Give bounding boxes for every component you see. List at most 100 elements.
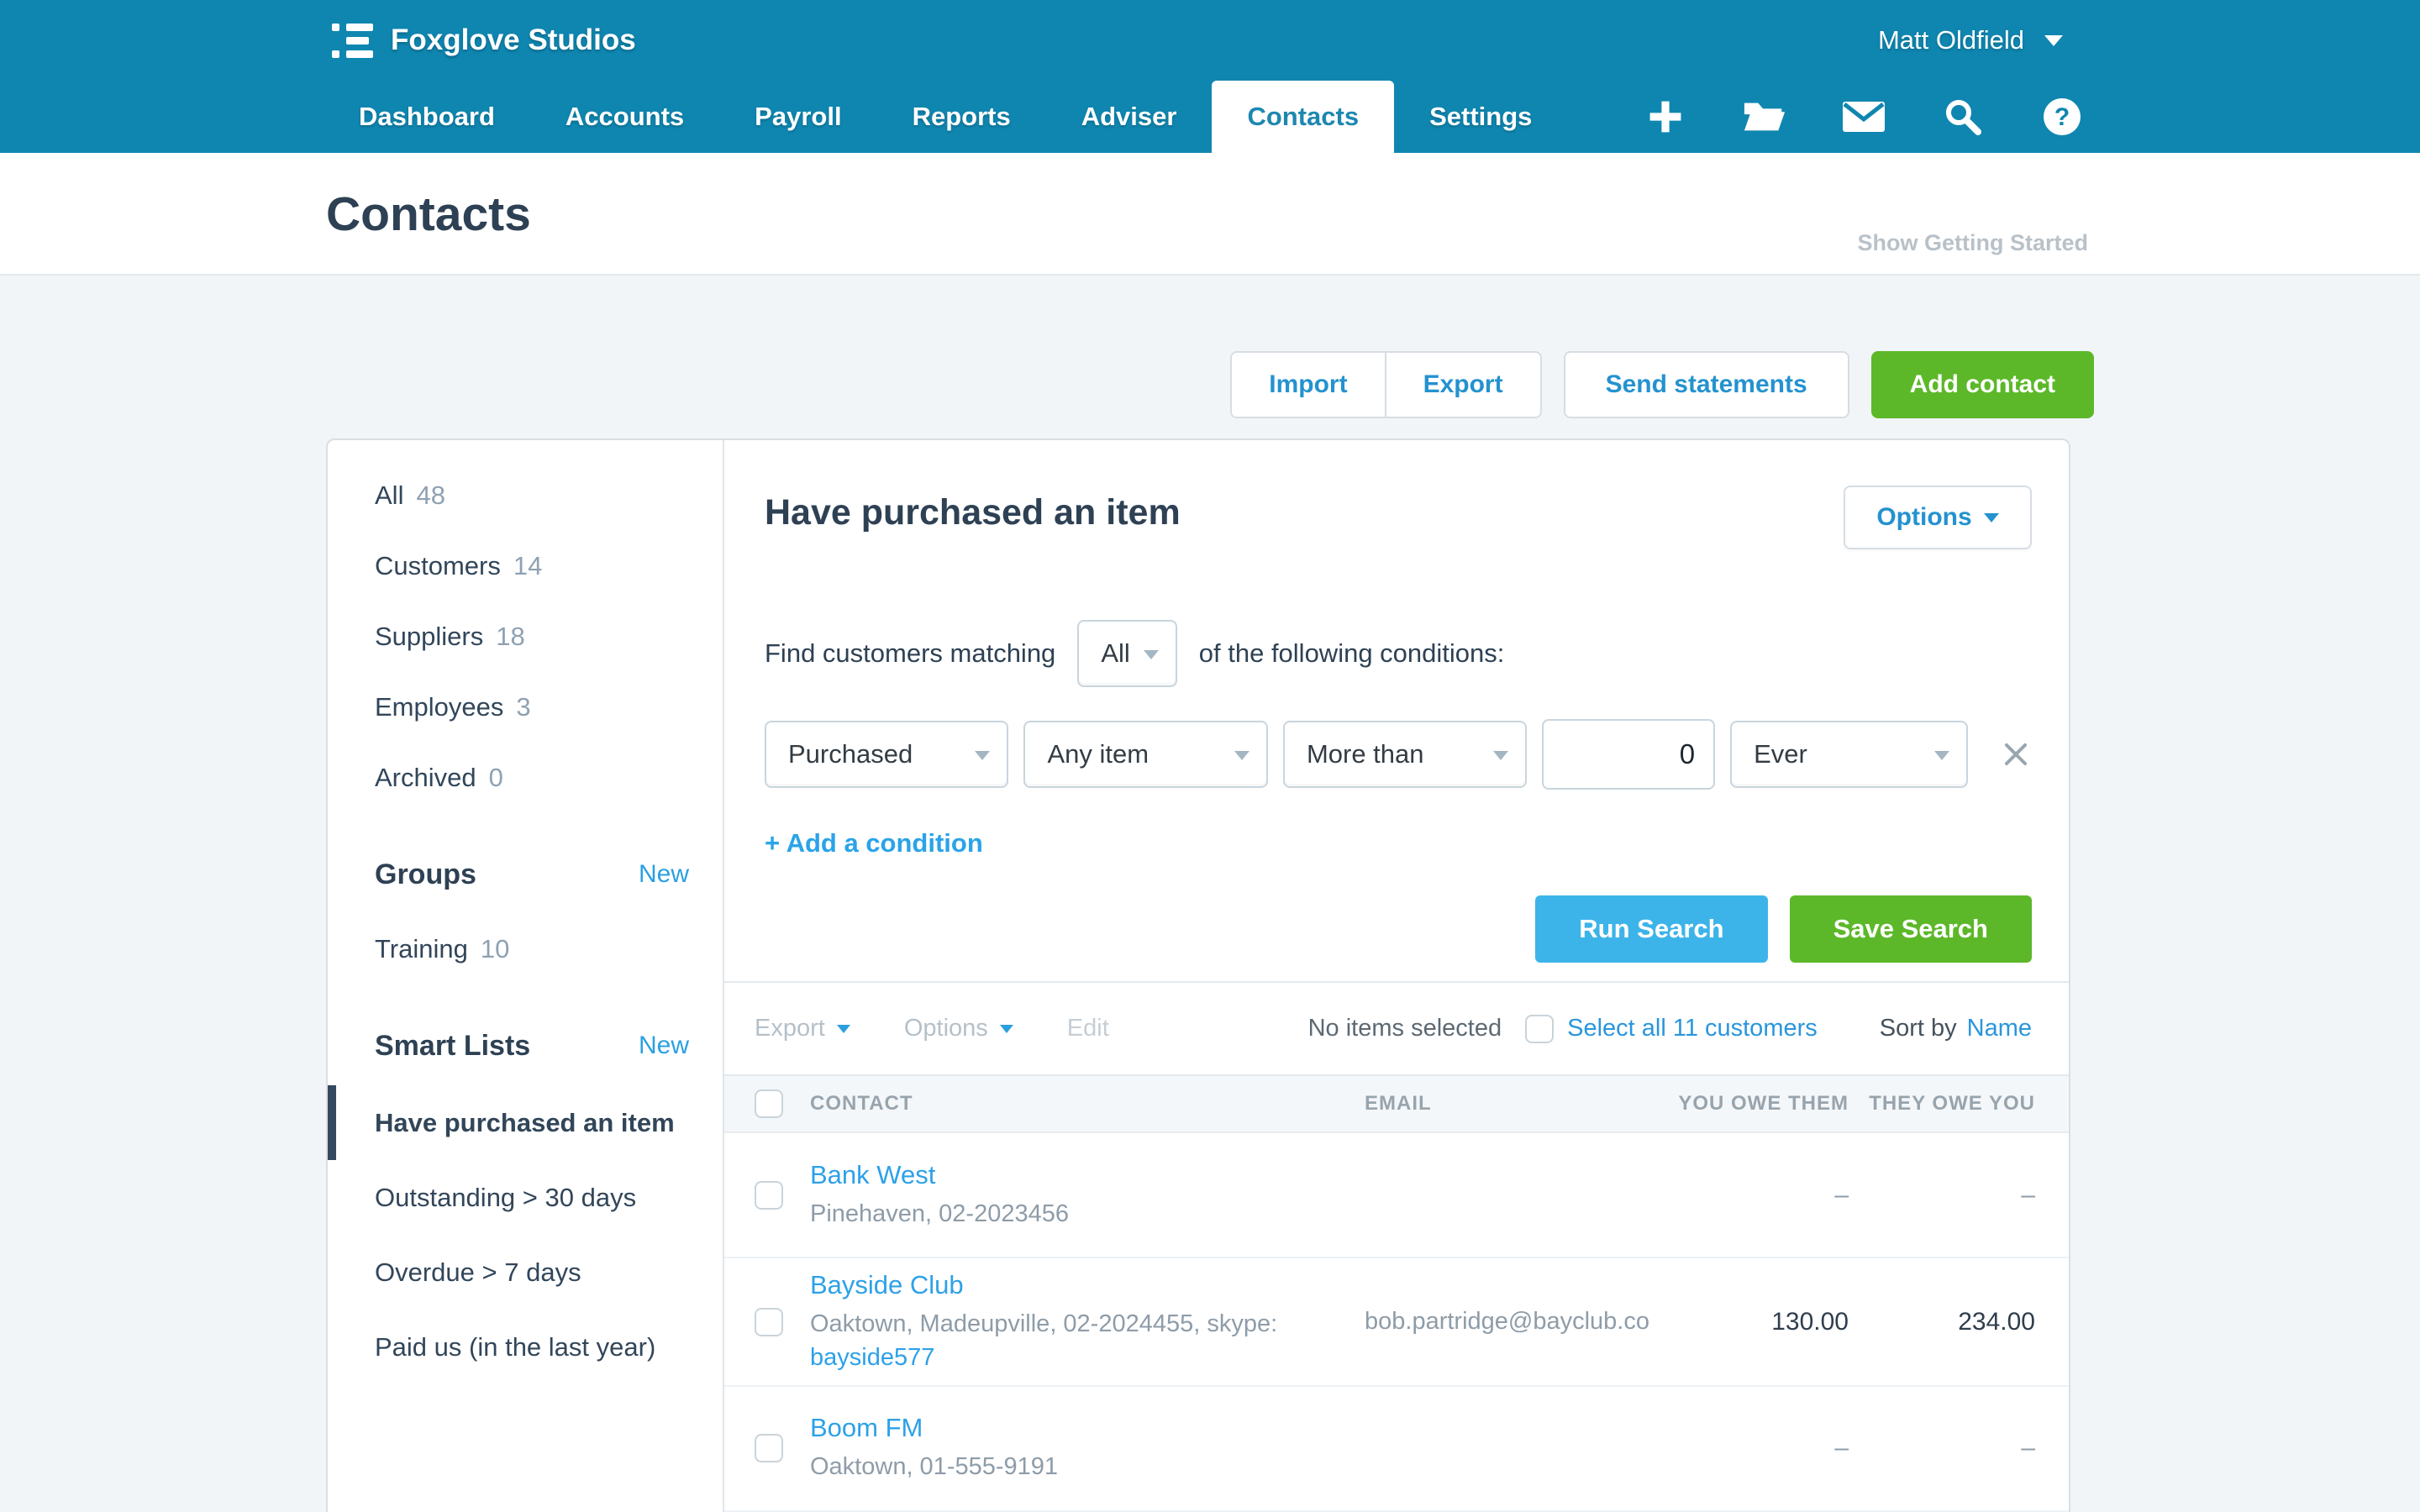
- table-header: CONTACT EMAIL YOU OWE THEM THEY OWE YOU: [724, 1076, 2069, 1133]
- count-badge: 3: [516, 692, 530, 722]
- contact-details: Oaktown, 01-555-9191: [810, 1453, 1058, 1480]
- chevron-down-icon: [1493, 751, 1508, 760]
- chevron-down-icon: [975, 751, 990, 760]
- top-bar: Foxglove Studios Matt Oldfield Dashboard…: [0, 0, 2420, 153]
- row-checkbox[interactable]: [755, 1434, 783, 1462]
- chevron-down-icon: [1144, 650, 1159, 659]
- header-checkbox[interactable]: [755, 1089, 783, 1118]
- show-getting-started-link[interactable]: Show Getting Started: [1857, 230, 2088, 256]
- match-suffix-label: of the following conditions:: [1199, 638, 1505, 669]
- folder-icon[interactable]: [1743, 95, 1786, 139]
- chevron-down-icon: [2044, 35, 2063, 46]
- chevron-down-icon: [1934, 751, 1949, 760]
- row-checkbox[interactable]: [755, 1308, 783, 1336]
- send-statements-button[interactable]: Send statements: [1564, 351, 1849, 418]
- table-row: Boom FM Oaktown, 01-555-9191 – –: [724, 1387, 2069, 1512]
- row-checkbox[interactable]: [755, 1181, 783, 1210]
- smart-list-overdue[interactable]: Overdue > 7 days: [328, 1235, 723, 1310]
- condition-value-input[interactable]: 0: [1542, 719, 1715, 790]
- results-export-menu[interactable]: Export: [755, 1015, 850, 1042]
- selection-status: No items selected: [1308, 1015, 1502, 1042]
- they-owe-you-value: –: [1849, 1434, 2035, 1462]
- add-condition-link[interactable]: + Add a condition: [765, 828, 2032, 858]
- sidebar-item-training[interactable]: Training 10: [328, 914, 723, 984]
- sidebar-item-employees[interactable]: Employees 3: [328, 672, 723, 743]
- tab-contacts[interactable]: Contacts: [1212, 81, 1394, 153]
- help-icon[interactable]: ?: [2040, 95, 2084, 139]
- tab-accounts[interactable]: Accounts: [530, 81, 719, 153]
- sidebar-item-all[interactable]: All 48: [328, 460, 723, 531]
- tab-reports[interactable]: Reports: [877, 81, 1046, 153]
- user-menu[interactable]: Matt Oldfield: [1878, 0, 2063, 81]
- smart-list-main: Have purchased an item Options Find cust…: [724, 440, 2069, 1512]
- contact-name-link[interactable]: Bank West: [810, 1160, 1344, 1190]
- contact-email: bob.partridge@bayclub.co: [1365, 1308, 1660, 1336]
- contact-name-link[interactable]: Boom FM: [810, 1413, 1344, 1443]
- count-badge: 0: [489, 763, 503, 793]
- results-options-menu[interactable]: Options: [904, 1015, 1013, 1042]
- remove-condition-icon[interactable]: [2000, 738, 2032, 770]
- contacts-sidebar: All 48 Customers 14 Suppliers 18 Employe…: [328, 440, 724, 1512]
- brand[interactable]: Foxglove Studios: [332, 0, 636, 81]
- sidebar-item-suppliers[interactable]: Suppliers 18: [328, 601, 723, 672]
- chevron-down-icon: [1000, 1025, 1013, 1033]
- smart-list-paid-us[interactable]: Paid us (in the last year): [328, 1310, 723, 1384]
- chevron-down-icon: [837, 1025, 850, 1033]
- select-all-checkbox[interactable]: [1525, 1015, 1554, 1043]
- svg-text:?: ?: [2054, 103, 2070, 131]
- plus-icon[interactable]: [1644, 95, 1687, 139]
- condition-row: Purchased Any item More than 0 Ever: [765, 719, 2032, 790]
- match-type-select[interactable]: All: [1077, 620, 1176, 687]
- sort-value-link[interactable]: Name: [1967, 1015, 2032, 1042]
- contact-name-link[interactable]: Bayside Club: [810, 1270, 1344, 1300]
- condition-item-select[interactable]: Any item: [1023, 721, 1267, 788]
- contact-actions: Import Export Send statements Add contac…: [1230, 351, 2094, 418]
- contact-details-link[interactable]: bayside577: [810, 1344, 934, 1371]
- search-builder: Have purchased an item Options Find cust…: [724, 440, 2069, 983]
- user-name: Matt Oldfield: [1878, 25, 2024, 55]
- column-email: EMAIL: [1365, 1092, 1660, 1116]
- sidebar-item-archived[interactable]: Archived 0: [328, 743, 723, 813]
- mail-icon[interactable]: [1842, 95, 1886, 139]
- import-button[interactable]: Import: [1232, 353, 1384, 417]
- page-title: Contacts: [326, 186, 531, 242]
- smart-list-have-purchased[interactable]: Have purchased an item: [328, 1085, 723, 1160]
- you-owe-them-value: –: [1660, 1181, 1849, 1210]
- tab-payroll[interactable]: Payroll: [719, 81, 876, 153]
- contact-details: Pinehaven, 02-2023456: [810, 1200, 1069, 1227]
- new-group-link[interactable]: New: [639, 860, 689, 889]
- contacts-card: All 48 Customers 14 Suppliers 18 Employe…: [326, 438, 2070, 1512]
- groups-heading: Groups New: [328, 835, 723, 914]
- smart-lists-heading: Smart Lists New: [328, 1006, 723, 1085]
- add-contact-button[interactable]: Add contact: [1871, 351, 2094, 418]
- select-all-link[interactable]: Select all 11 customers: [1567, 1015, 1818, 1042]
- tab-settings[interactable]: Settings: [1394, 81, 1567, 153]
- export-button[interactable]: Export: [1385, 353, 1540, 417]
- table-row: Bayside Club Oaktown, Madeupville, 02-20…: [724, 1258, 2069, 1387]
- sort-by-label: Sort by: [1880, 1015, 1957, 1042]
- save-search-button[interactable]: Save Search: [1790, 895, 2032, 963]
- search-icon[interactable]: [1941, 95, 1985, 139]
- column-you-owe-them: YOU OWE THEM: [1660, 1092, 1849, 1116]
- condition-operator-select[interactable]: More than: [1283, 721, 1527, 788]
- run-search-button[interactable]: Run Search: [1535, 895, 1767, 963]
- organisation-name[interactable]: Foxglove Studios: [391, 24, 636, 57]
- they-owe-you-value: 234.00: [1849, 1308, 2035, 1336]
- options-button[interactable]: Options: [1844, 486, 2032, 549]
- they-owe-you-value: –: [1849, 1181, 2035, 1210]
- main-nav: Dashboard Accounts Payroll Reports Advis…: [0, 81, 2420, 153]
- column-they-owe-you: THEY OWE YOU: [1849, 1092, 2035, 1116]
- import-export-group: Import Export: [1230, 351, 1541, 418]
- smart-list-outstanding[interactable]: Outstanding > 30 days: [328, 1160, 723, 1235]
- new-smart-list-link[interactable]: New: [639, 1032, 689, 1060]
- chevron-down-icon: [1234, 751, 1249, 760]
- page-header: Contacts Show Getting Started: [0, 153, 2420, 276]
- tab-adviser[interactable]: Adviser: [1046, 81, 1213, 153]
- condition-field-select[interactable]: Purchased: [765, 721, 1008, 788]
- count-badge: 48: [416, 480, 445, 511]
- condition-period-select[interactable]: Ever: [1730, 721, 1968, 788]
- sidebar-item-customers[interactable]: Customers 14: [328, 531, 723, 601]
- count-badge: 18: [496, 622, 524, 652]
- tab-dashboard[interactable]: Dashboard: [324, 81, 530, 153]
- results-edit-button[interactable]: Edit: [1067, 1015, 1109, 1042]
